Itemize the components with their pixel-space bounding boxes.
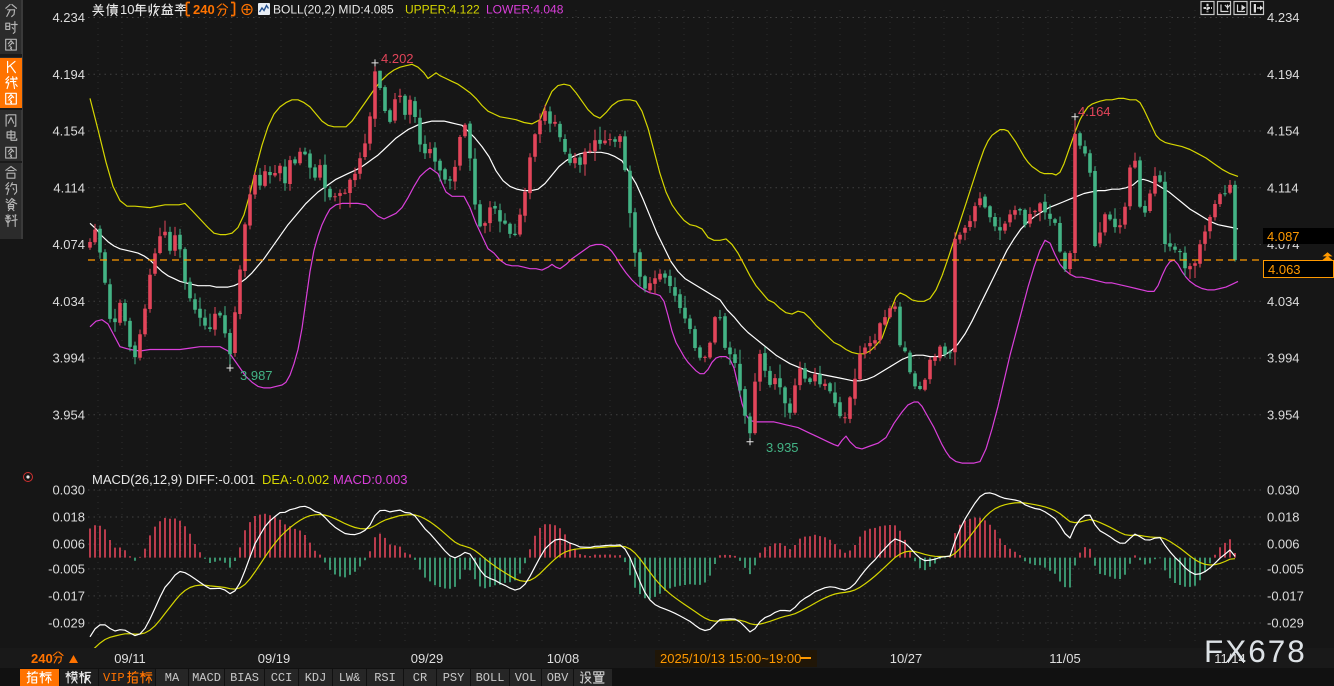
svg-text:-0.029: -0.029 (48, 616, 85, 631)
svg-text:PSY: PSY (443, 671, 465, 685)
svg-text:240: 240 (31, 651, 53, 666)
svg-text:0.030: 0.030 (52, 483, 85, 498)
svg-text:4.164: 4.164 (1078, 104, 1111, 119)
svg-text:4.194: 4.194 (52, 67, 85, 82)
svg-text:0.018: 0.018 (52, 510, 85, 525)
svg-text:-0.005: -0.005 (1267, 561, 1304, 576)
svg-text:4.074: 4.074 (52, 237, 85, 252)
svg-text:0.018: 0.018 (1267, 510, 1300, 525)
svg-text:MACD:0.003: MACD:0.003 (333, 472, 407, 487)
svg-text:3.994: 3.994 (52, 351, 85, 366)
svg-text:3.994: 3.994 (1267, 351, 1300, 366)
svg-text:-0.017: -0.017 (48, 588, 85, 603)
svg-text:MACD: MACD (192, 671, 221, 685)
svg-text:BOLL(20,2) MID:4.085: BOLL(20,2) MID:4.085 (273, 3, 394, 17)
svg-text:KDJ: KDJ (305, 671, 327, 685)
svg-text:4.234: 4.234 (1267, 10, 1300, 25)
svg-text:BOLL: BOLL (476, 671, 505, 685)
svg-text:09/29: 09/29 (411, 651, 444, 666)
svg-text:10/27: 10/27 (890, 651, 923, 666)
svg-text:0.006: 0.006 (1267, 537, 1300, 552)
svg-text:RSI: RSI (374, 671, 396, 685)
svg-text:CCI: CCI (271, 671, 293, 685)
svg-text:4.034: 4.034 (1267, 294, 1300, 309)
svg-text:MACD(26,12,9) DIFF:-0.001: MACD(26,12,9) DIFF:-0.001 (92, 472, 255, 487)
svg-text:-0.029: -0.029 (1267, 616, 1304, 631)
svg-text:4.114: 4.114 (53, 180, 85, 195)
svg-text:09/11: 09/11 (114, 651, 146, 666)
svg-text:MA: MA (165, 671, 180, 685)
svg-text:3.954: 3.954 (52, 407, 85, 422)
svg-text:240: 240 (193, 2, 215, 17)
svg-text:LOWER:4.048: LOWER:4.048 (486, 3, 564, 17)
svg-text:4.087: 4.087 (1267, 229, 1300, 244)
svg-text:OBV: OBV (547, 671, 569, 685)
svg-text:4.154: 4.154 (52, 124, 85, 139)
svg-text:4.234: 4.234 (52, 10, 85, 25)
svg-text:4.154: 4.154 (1267, 124, 1300, 139)
svg-text:3.987: 3.987 (240, 368, 273, 383)
svg-text:4.202: 4.202 (381, 51, 414, 66)
svg-text:VIP: VIP (103, 671, 125, 685)
svg-text:4.194: 4.194 (1267, 67, 1300, 82)
svg-text:11/05: 11/05 (1049, 651, 1081, 666)
svg-text:2025/10/13 15:00~19:00: 2025/10/13 15:00~19:00 (660, 651, 801, 666)
svg-text:3.954: 3.954 (1267, 407, 1300, 422)
svg-text:4.114: 4.114 (1267, 180, 1299, 195)
svg-text:3.935: 3.935 (766, 440, 799, 455)
svg-text:09/19: 09/19 (258, 651, 291, 666)
svg-text:UPPER:4.122: UPPER:4.122 (405, 3, 480, 17)
svg-text:10: 10 (120, 2, 134, 17)
svg-text:VOL: VOL (515, 671, 537, 685)
svg-text:4.063: 4.063 (1268, 262, 1301, 277)
svg-text:BIAS: BIAS (230, 671, 259, 685)
svg-text:LW&: LW& (339, 671, 361, 685)
svg-text:4.034: 4.034 (52, 294, 85, 309)
svg-text:0.006: 0.006 (52, 537, 85, 552)
svg-text:CR: CR (413, 671, 427, 685)
svg-text:0.030: 0.030 (1267, 483, 1300, 498)
svg-text:FX678: FX678 (1204, 633, 1307, 669)
svg-text:-0.005: -0.005 (48, 561, 85, 576)
svg-text:DEA:-0.002: DEA:-0.002 (262, 472, 329, 487)
svg-text:-0.017: -0.017 (1267, 588, 1304, 603)
svg-text:10/08: 10/08 (547, 651, 580, 666)
